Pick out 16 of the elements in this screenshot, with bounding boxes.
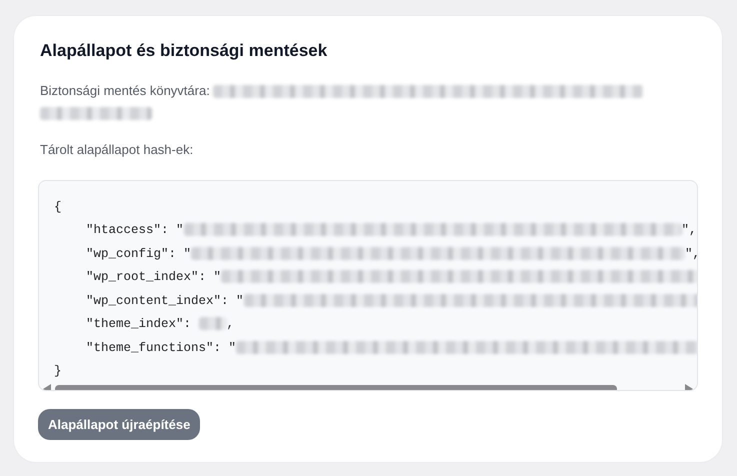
blurred-text: [198, 317, 227, 330]
code-text: ",: [682, 223, 697, 237]
code-text: ",: [685, 246, 697, 260]
code-text: "wp_content_index": ": [86, 294, 244, 308]
hashes-label: Tárolt alapállapot hash-ek:: [40, 140, 194, 159]
code-text: "theme_index":: [86, 317, 192, 331]
code-text: "wp_config": ": [86, 246, 192, 260]
code-text: {: [54, 200, 62, 214]
code-text: "wp_root_index": ": [86, 270, 222, 284]
backup-dir-label: Biztonsági mentés könyvtára:: [40, 82, 210, 98]
rebuild-button[interactable]: Alapállapot újraépítése: [38, 408, 200, 440]
code-text: "theme_functions": ": [86, 340, 236, 354]
code-text: "htaccess": ": [86, 223, 184, 237]
code-text: ,: [226, 317, 234, 331]
code-text: }: [54, 364, 62, 378]
section-title: Alapállapot és biztonsági mentések: [40, 40, 328, 62]
